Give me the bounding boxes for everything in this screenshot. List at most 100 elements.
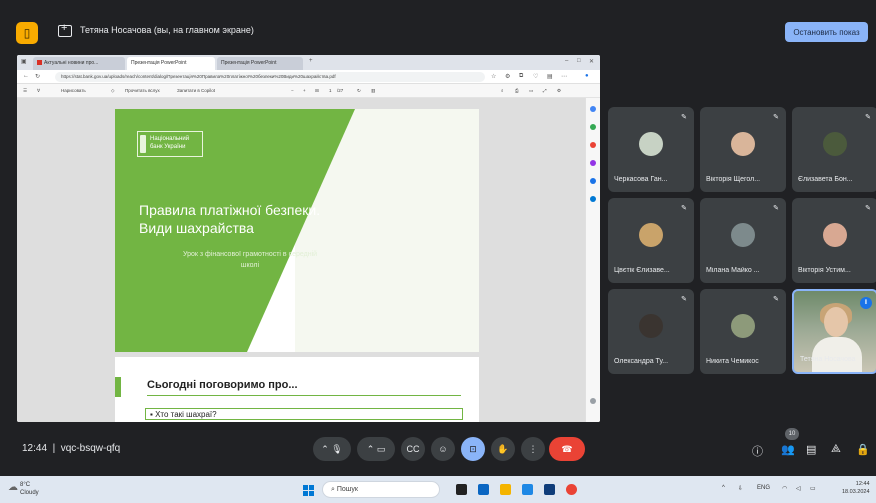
start-button[interactable] [303, 485, 314, 496]
page-view-icon[interactable]: ▥ [371, 88, 375, 94]
taskbar-search[interactable]: ⌕ Пошук [322, 481, 440, 498]
camera-button[interactable]: ⌃ ▭ [357, 437, 395, 461]
browser-tab-bar: ▣ Актуальні новини про... Презентація Po… [17, 55, 600, 70]
browser-tab[interactable]: Актуальні новини про... [33, 57, 125, 70]
end-call-button[interactable]: ☎ [549, 437, 585, 461]
pdf-settings-icon[interactable]: ⚙ [557, 88, 561, 94]
maximize-icon[interactable]: □ [577, 58, 581, 64]
pdf-toolbar: ☰ ∀ Нарисовать ◇ Прочитать вслух Запитат… [17, 84, 600, 98]
more-options-button[interactable]: ⋮ [521, 437, 545, 461]
sidebar-office-icon[interactable] [590, 178, 596, 184]
browser-menu-icon[interactable]: ▣ [21, 58, 27, 65]
sidebar-outlook-icon[interactable] [590, 196, 596, 202]
participant-tile[interactable]: ✎ Вікторія Щегол... [700, 107, 786, 192]
participant-tile[interactable]: ✎ Никита Чемикос [700, 289, 786, 374]
tray-app-icon[interactable]: ⇩ [738, 485, 743, 492]
url-input[interactable]: https://stat.bank.gov.ua/uploads/reach/c… [55, 72, 485, 82]
erase-icon[interactable]: ◇ [111, 88, 114, 94]
back-icon[interactable]: ← [23, 73, 29, 79]
participant-tile[interactable]: ✎ Мілана Майко ... [700, 198, 786, 283]
people-icon[interactable]: 👥 [781, 443, 795, 456]
fit-page-icon[interactable]: ⊟ [315, 88, 319, 94]
stop-presenting-button[interactable]: Остановить показ [785, 22, 868, 42]
edge-app-icon[interactable] [522, 484, 533, 495]
mic-off-icon: ✎ [681, 296, 687, 303]
zoom-out-icon[interactable]: − [291, 88, 294, 93]
activities-icon[interactable]: ⟁ [831, 443, 841, 456]
favorites-icon[interactable]: ♡ [533, 73, 538, 80]
ask-copilot-button[interactable]: Запитати в Copilot [177, 88, 215, 93]
edge-taskbar-icon[interactable] [478, 484, 489, 495]
new-tab-icon[interactable]: + [309, 58, 313, 64]
split-screen-icon[interactable]: ⧉ [519, 73, 523, 80]
rotate-icon[interactable]: ↻ [357, 88, 361, 94]
weather-widget[interactable]: 8°C Cloudy [20, 481, 39, 497]
taskbar-clock[interactable]: 12:44 18.03.2024 [842, 480, 870, 496]
sidebar-games-icon[interactable] [590, 160, 596, 166]
close-icon[interactable]: ✕ [589, 58, 594, 65]
emoji-button[interactable]: ☺ [431, 437, 455, 461]
read-aloud-button[interactable]: Прочитать вслух [125, 88, 160, 93]
mic-off-icon: ✎ [773, 205, 779, 212]
fullscreen-icon[interactable]: ⤢ [543, 88, 547, 93]
language-indicator[interactable]: ENG [757, 485, 770, 491]
draw-button[interactable]: Нарисовать [61, 88, 86, 93]
browser-tab-active[interactable]: Презентація PowerPoint [127, 57, 215, 70]
host-controls-icon[interactable]: 🔒 [856, 443, 870, 456]
captions-button[interactable]: CC [401, 437, 425, 461]
present-button[interactable]: ⊡ [461, 437, 485, 461]
pdf-search-icon[interactable]: ⌕ [501, 88, 504, 93]
save-icon[interactable]: ▭ [529, 88, 533, 94]
collections-icon[interactable]: ▤ [547, 73, 553, 80]
browser-tab[interactable]: Презентація PowerPoint [217, 57, 303, 70]
reload-icon[interactable]: ↻ [35, 73, 40, 80]
participant-tile[interactable]: ✎ Вікторія Устим... [792, 198, 876, 283]
participant-tile[interactable]: ✎ Олександра Ту... [608, 289, 694, 374]
sidebar-shopping-icon[interactable] [590, 124, 596, 130]
contents-icon[interactable]: ☰ [23, 88, 27, 94]
slide-page-2: Сьогодні поговоримо про... ▪ Хто такі ша… [115, 357, 479, 422]
copilot-icon[interactable]: ● [585, 73, 589, 79]
mic-off-icon: ✎ [773, 296, 779, 303]
zoom-in-icon[interactable]: + [303, 88, 306, 93]
cloud-icon: ☁ [8, 482, 18, 493]
mic-off-icon: ✎ [681, 205, 687, 212]
nbu-logo-text: Національний банк України [150, 136, 190, 150]
participant-name: Черкасова Ган... [614, 176, 668, 183]
raise-hand-button[interactable]: ✋ [491, 437, 515, 461]
minimize-icon[interactable]: – [565, 58, 568, 64]
participant-tile[interactable]: ✎ Цвєтік Єлизаве... [608, 198, 694, 283]
self-video-tile[interactable]: ⦀ Тетяна Носачова [792, 289, 876, 374]
store-icon[interactable] [544, 484, 555, 495]
wifi-icon[interactable]: ◠ [782, 485, 787, 492]
slide2-tag [115, 377, 121, 397]
battery-icon[interactable]: ▭ [810, 485, 816, 492]
camera-person-face [824, 307, 848, 337]
volume-icon[interactable]: ◁ [796, 485, 801, 492]
page-total: /27 [337, 88, 344, 93]
chat-icon[interactable]: ▤ [806, 443, 816, 456]
extensions-icon[interactable]: ⚙ [505, 73, 510, 80]
mic-off-icon: ✎ [865, 114, 871, 121]
sidebar-settings-icon[interactable] [590, 398, 596, 404]
highlight-icon[interactable]: ∀ [37, 88, 40, 94]
microphone-button[interactable]: ⌃ 🎙 [313, 437, 351, 461]
presenter-title: Тетяна Носачова (вы, на главном экране) [80, 25, 254, 35]
sidebar-search-icon[interactable] [590, 106, 596, 112]
more-icon[interactable]: ⋯ [561, 73, 567, 80]
presentation-bar: ▯ Тетяна Носачова (вы, на главном экране… [0, 0, 876, 60]
page-number-input[interactable]: 1 [329, 88, 332, 93]
avatar [639, 314, 663, 338]
info-icon[interactable]: ⓘ [752, 443, 763, 459]
chrome-icon[interactable] [566, 484, 577, 495]
print-icon[interactable]: ⎙ [515, 88, 519, 93]
file-explorer-icon[interactable] [500, 484, 511, 495]
avatar [731, 132, 755, 156]
favorite-star-icon[interactable]: ☆ [491, 73, 496, 80]
participant-tile[interactable]: ✎ Єлизавета Бон... [792, 107, 876, 192]
browser-sidebar [585, 98, 600, 422]
participant-tile[interactable]: ✎ Черкасова Ган... [608, 107, 694, 192]
task-view-icon[interactable] [456, 484, 467, 495]
tray-overflow-icon[interactable]: ^ [722, 485, 725, 491]
sidebar-tools-icon[interactable] [590, 142, 596, 148]
